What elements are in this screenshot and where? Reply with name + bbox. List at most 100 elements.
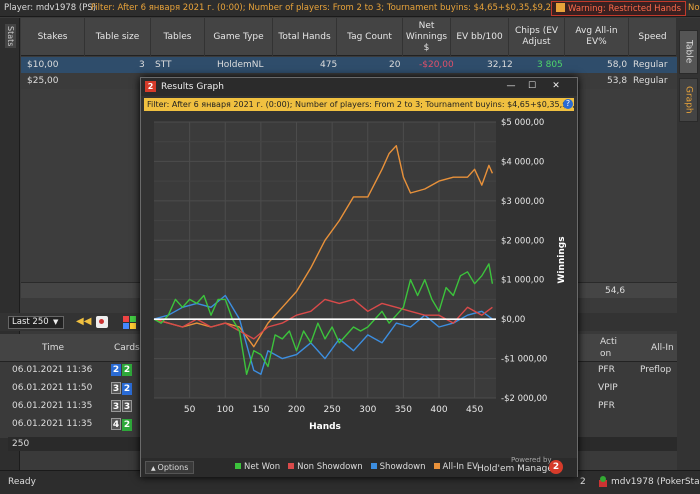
tab-table[interactable]: Table <box>679 30 698 74</box>
warning-label: Warning: Restricted Hands <box>567 4 681 14</box>
dice-icon[interactable] <box>96 316 108 328</box>
col-time[interactable]: Time <box>42 343 64 353</box>
y-tick-label: $3 000,00 <box>501 197 544 207</box>
col-chips[interactable]: Chips (EV Adjust <box>509 18 565 56</box>
y-tick-label: -$1 000,00 <box>501 355 547 365</box>
cell-stakes: $10,00 <box>27 60 59 70</box>
col-action[interactable]: Acti on <box>600 336 620 360</box>
dialog-footer: ▲ Options Net Won Non Showdown Showdown All… <box>141 456 577 477</box>
x-tick-label: 250 <box>324 405 341 415</box>
help-icon[interactable]: ? <box>563 99 573 109</box>
col-tables[interactable]: Tables <box>151 18 205 56</box>
col-ev-bb100[interactable]: EV bb/100 <box>451 18 509 56</box>
rewind-icon[interactable]: ◀◀ <box>76 316 91 329</box>
x-tick-label: 450 <box>466 405 483 415</box>
cell-chips: 3 805 <box>537 60 563 70</box>
chart-legend: Net Won Non Showdown Showdown All-In EV <box>235 462 486 472</box>
options-button[interactable]: ▲ Options <box>145 461 195 474</box>
col-avg-allin[interactable]: Avg All-in EV% <box>565 18 629 56</box>
cell-tables: STT <box>155 60 172 70</box>
dialog-titlebar[interactable]: 2 Results Graph — ☐ ✕ <box>141 78 577 96</box>
legend-label: All-In EV <box>442 462 478 472</box>
hands-range-value: Last 250 <box>12 317 49 327</box>
x-tick-label: 200 <box>288 405 305 415</box>
col-stakes[interactable]: Stakes <box>21 18 85 56</box>
dialog-title: Results Graph <box>161 82 224 92</box>
hm2-logo-icon: 2 <box>145 81 156 92</box>
color-grid-icon[interactable] <box>123 316 136 329</box>
hm2-brand-icon: 2 <box>549 460 563 474</box>
col-tag-count[interactable]: Tag Count <box>337 18 403 56</box>
x-tick-label: 400 <box>430 405 447 415</box>
card: 3 <box>111 382 121 394</box>
status-count: 2 <box>580 477 586 487</box>
hand-time: 06.01.2021 11:35 <box>12 419 93 429</box>
x-tick-label: 50 <box>184 405 196 415</box>
y-tick-label: $0,00 <box>501 315 525 325</box>
minimize-icon[interactable]: — <box>503 80 519 93</box>
cell-avg-allin: 53,8 <box>607 76 628 86</box>
cell-tag-count: 20 <box>389 60 401 70</box>
hand-time: 06.01.2021 11:50 <box>12 383 93 393</box>
cell-ev-bb100: 32,12 <box>487 60 513 70</box>
legend-swatch <box>433 463 440 469</box>
legend-label: Showdown <box>379 462 426 472</box>
legend-swatch <box>370 463 377 469</box>
card: 3 <box>111 400 121 412</box>
hand-time: 06.01.2021 11:35 <box>12 401 93 411</box>
col-net-winnings[interactable]: Net Winnings $ <box>403 18 451 56</box>
cell-speed: Regular <box>633 76 668 86</box>
cell-avg-allin: 58,0 <box>607 60 628 70</box>
legend-item[interactable]: Net Won <box>235 462 280 472</box>
col-cards[interactable]: Cards <box>114 343 140 353</box>
card: 2 <box>111 364 121 376</box>
cell-table-size: 3 <box>139 60 145 70</box>
y-tick-label: $4 000,00 <box>501 157 544 167</box>
col-speed[interactable]: Speed <box>629 18 677 56</box>
tab-graph-label: Graph <box>683 86 694 114</box>
y-tick-label: $1 000,00 <box>501 276 544 286</box>
cell-total-hands: 475 <box>320 60 338 70</box>
graph-area: 50 100 150 200 250 300 350 400 450 $5 000,00 $4 00… <box>144 114 574 459</box>
col-table-size[interactable]: Table size <box>85 18 151 56</box>
hand-time: 06.01.2021 11:36 <box>12 365 93 375</box>
card: 2 <box>122 364 132 376</box>
x-tick-label: 100 <box>217 405 234 415</box>
x-tick-label: 300 <box>359 405 376 415</box>
cell-game-type: HoldemNL <box>217 60 264 70</box>
tab-stats[interactable]: Stats <box>5 24 16 49</box>
right-tab-strip: Table Graph <box>677 18 700 472</box>
hand-allin: Preflop <box>640 365 672 375</box>
stats-table-header: Stakes Table size Tables Game Type Total… <box>21 18 677 56</box>
close-icon[interactable]: ✕ <box>548 80 564 93</box>
x-tick-label: 350 <box>395 405 412 415</box>
chevron-down-icon[interactable]: ▼ <box>53 318 62 327</box>
hand-cards: 22 <box>111 364 133 376</box>
col-game-type[interactable]: Game Type <box>205 18 273 56</box>
hand-cards: 42 <box>111 418 133 431</box>
tab-graph[interactable]: Graph <box>679 78 698 122</box>
card: 3 <box>122 400 132 412</box>
col-total-hands[interactable]: Total Hands <box>273 18 337 56</box>
legend-item[interactable]: All-In EV <box>433 462 478 472</box>
brand-label: Hold'em Manager <box>477 464 557 474</box>
maximize-icon[interactable]: ☐ <box>524 80 540 93</box>
y-tick-label: $5 000,00 <box>501 118 544 128</box>
legend-item[interactable]: Showdown <box>370 462 426 472</box>
cell-net-winnings: -$20,00 <box>419 60 454 70</box>
restricted-warning[interactable]: Warning: Restricted Hands <box>550 1 686 16</box>
hand-action: PFR <box>598 365 615 375</box>
summary-value: 54,6 <box>605 286 626 296</box>
filter-topbar: Player: mdv1978 (PS) Filter: After 6 янв… <box>0 0 700 17</box>
powered-by-label: Powered by <box>511 456 552 464</box>
filter-text[interactable]: Filter: After 6 января 2021 г. (0:00); N… <box>91 3 561 13</box>
card: 2 <box>122 383 132 395</box>
x-axis-title: Hands <box>309 422 341 432</box>
table-row[interactable]: $10,00 3 STT HoldemNL 475 20 -$20,00 32,… <box>21 57 677 73</box>
legend-item[interactable]: Non Showdown <box>288 462 363 472</box>
dialog-filter-text: Filter: After 6 января 2021 г. (0:00); N… <box>147 100 574 109</box>
dialog-filter-bar: Filter: After 6 января 2021 г. (0:00); N… <box>144 98 574 111</box>
col-allin[interactable]: All-In <box>651 343 674 353</box>
options-label: Options <box>157 463 189 472</box>
hand-cards: 33 <box>111 400 133 412</box>
